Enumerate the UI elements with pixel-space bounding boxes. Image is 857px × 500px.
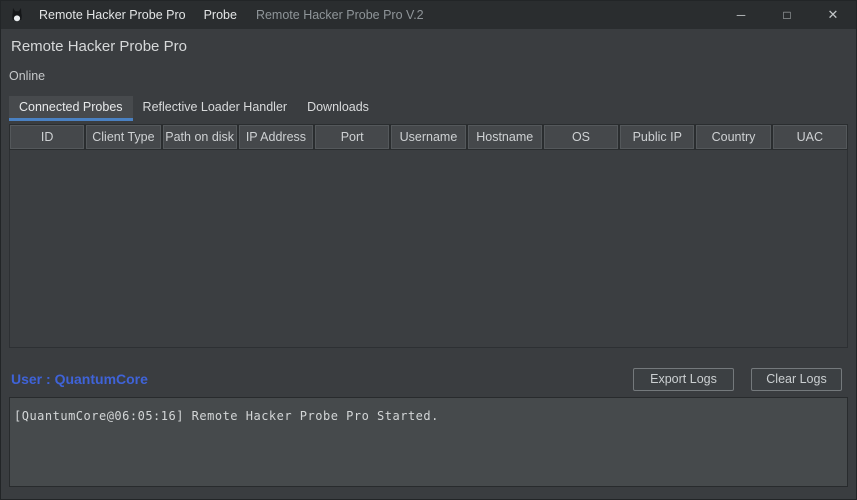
app-window: Remote Hacker Probe Pro Probe Remote Hac… — [0, 0, 857, 500]
column-header-public-ip[interactable]: Public IP — [620, 125, 695, 149]
window-controls: ─ □ ✕ — [718, 1, 856, 29]
log-line: [QuantumCore@06:05:16] Remote Hacker Pro… — [14, 409, 439, 423]
column-header-country[interactable]: Country — [696, 125, 771, 149]
tab-reflective-loader-handler[interactable]: Reflective Loader Handler — [133, 96, 298, 121]
window-title: Remote Hacker Probe Pro V.2 — [255, 8, 424, 22]
minimize-icon[interactable]: ─ — [718, 1, 764, 29]
column-header-id[interactable]: ID — [10, 125, 85, 149]
clear-logs-button[interactable]: Clear Logs — [751, 367, 842, 391]
log-output-box[interactable]: [QuantumCore@06:05:16] Remote Hacker Pro… — [9, 397, 848, 487]
app-logo-icon — [12, 8, 22, 22]
column-header-ip-address[interactable]: IP Address — [238, 125, 314, 149]
table-body-empty[interactable] — [9, 150, 848, 348]
title-bar: Remote Hacker Probe Pro Probe Remote Hac… — [1, 1, 856, 29]
connected-probes-table: ID Client Type Path on disk IP Address P… — [9, 124, 848, 348]
status-online-label: Online — [9, 69, 46, 83]
tab-downloads[interactable]: Downloads — [297, 96, 379, 121]
column-header-hostname[interactable]: Hostname — [467, 125, 542, 149]
log-buttons: Export Logs Clear Logs — [633, 367, 848, 391]
column-header-port[interactable]: Port — [315, 125, 390, 149]
footer-row: User : QuantumCore Export Logs Clear Log… — [9, 367, 848, 391]
close-icon[interactable]: ✕ — [810, 1, 856, 29]
column-header-path-on-disk[interactable]: Path on disk — [162, 125, 237, 149]
menu-remote-hacker-probe-pro[interactable]: Remote Hacker Probe Pro — [30, 1, 195, 29]
column-header-username[interactable]: Username — [391, 125, 466, 149]
table-header-row: ID Client Type Path on disk IP Address P… — [9, 124, 848, 150]
column-header-client-type[interactable]: Client Type — [86, 125, 161, 149]
main-content: Remote Hacker Probe Pro Online Connected… — [1, 38, 856, 487]
current-user-label: User : QuantumCore — [11, 371, 148, 387]
maximize-icon[interactable]: □ — [764, 1, 810, 29]
column-header-os[interactable]: OS — [543, 125, 619, 149]
menu-probe[interactable]: Probe — [195, 1, 246, 29]
page-title: Remote Hacker Probe Pro — [11, 38, 187, 55]
tab-connected-probes[interactable]: Connected Probes — [9, 96, 133, 121]
column-header-uac[interactable]: UAC — [772, 125, 847, 149]
tab-bar: Connected Probes Reflective Loader Handl… — [9, 96, 848, 121]
export-logs-button[interactable]: Export Logs — [633, 367, 734, 391]
